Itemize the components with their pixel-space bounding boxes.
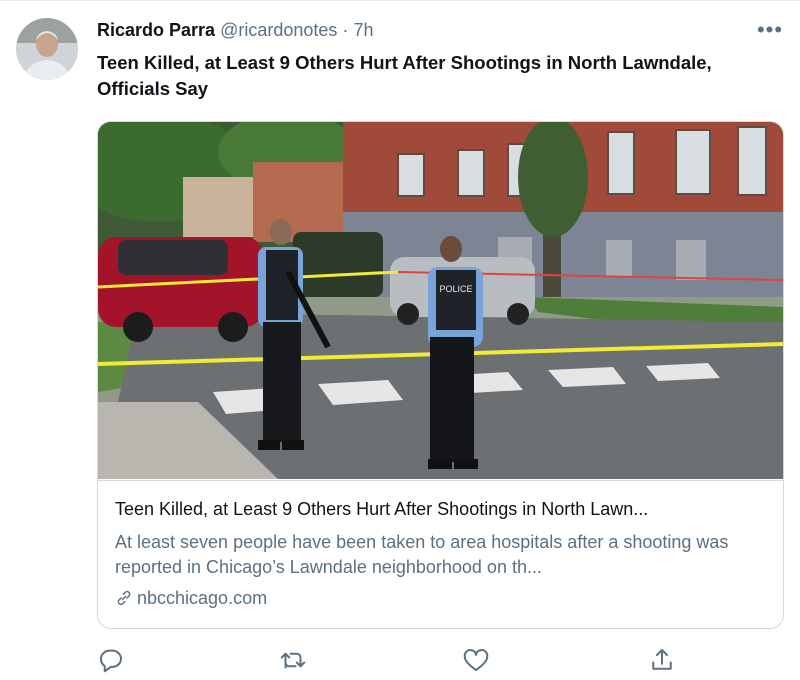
- tweet-text: Teen Killed, at Least 9 Others Hurt Afte…: [97, 52, 712, 99]
- tweet-actions: [0, 645, 800, 675]
- reply-icon[interactable]: [96, 645, 126, 675]
- link-icon: [117, 590, 131, 606]
- author-handle[interactable]: @ricardonotes: [220, 20, 337, 40]
- card-body: Teen Killed, at Least 9 Others Hurt Afte…: [98, 480, 783, 628]
- retweet-icon[interactable]: [278, 645, 308, 675]
- card-domain: nbcchicago.com: [137, 588, 268, 608]
- card-title: Teen Killed, at Least 9 Others Hurt Afte…: [115, 499, 649, 519]
- tweet-time[interactable]: 7h: [353, 20, 373, 40]
- like-icon[interactable]: [461, 645, 491, 675]
- police-label: POLICE: [439, 284, 472, 294]
- card-image: POLICE: [98, 122, 783, 479]
- more-options-icon[interactable]: •••: [752, 19, 788, 44]
- avatar-photo: [16, 18, 78, 80]
- tweet-header: Ricardo Parra @ricardonotes · 7h: [97, 20, 373, 41]
- share-icon[interactable]: [647, 645, 677, 675]
- author-name[interactable]: Ricardo Parra: [97, 20, 215, 40]
- top-divider: [0, 0, 800, 1]
- meta-separator: ·: [342, 20, 349, 40]
- link-card[interactable]: POLICE Teen Killed, at Least 9 Others Hu…: [97, 121, 784, 629]
- avatar[interactable]: [16, 18, 78, 80]
- card-domain-row: nbcchicago.com: [115, 588, 267, 609]
- card-description: At least seven people have been taken to…: [115, 532, 729, 577]
